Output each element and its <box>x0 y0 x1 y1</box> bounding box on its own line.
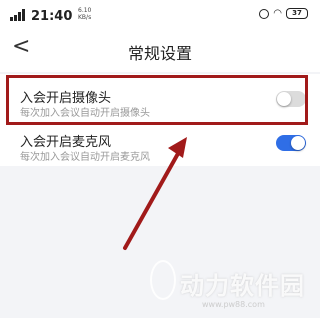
watermark-text: 动力软件园 <box>180 272 305 300</box>
watermark-url: www.pw88.com <box>202 300 265 309</box>
watermark-logo-icon <box>150 260 176 300</box>
watermark: 动力软件园 www.pw88.com <box>150 256 320 316</box>
